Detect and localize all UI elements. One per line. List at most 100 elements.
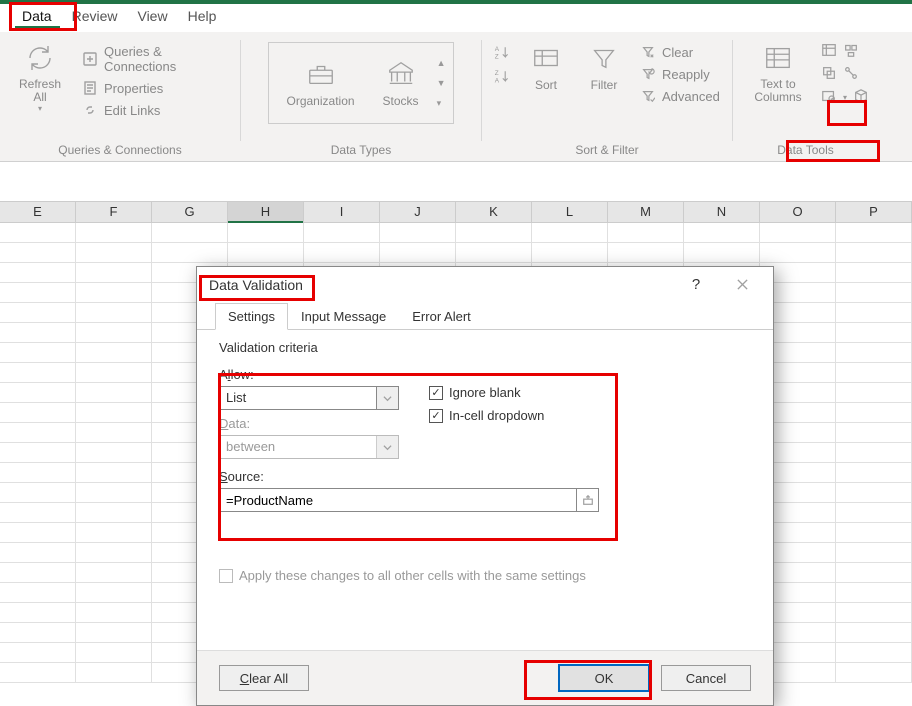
cell[interactable] [0, 223, 76, 243]
cell[interactable] [0, 383, 76, 403]
cell[interactable] [380, 223, 456, 243]
queries-connections-button[interactable]: Queries & Connections [78, 42, 232, 76]
tab-error-alert[interactable]: Error Alert [399, 303, 484, 330]
ignore-blank-checkbox[interactable]: ✓ Ignore blank [429, 385, 544, 400]
cell[interactable] [0, 583, 76, 603]
cell[interactable] [76, 623, 152, 643]
cell[interactable] [76, 443, 152, 463]
col-header[interactable]: K [456, 202, 532, 222]
cell[interactable] [380, 243, 456, 263]
data-model-icon[interactable] [853, 88, 869, 107]
cell[interactable] [836, 563, 912, 583]
cell[interactable] [228, 243, 304, 263]
col-header-selected[interactable]: H [228, 202, 304, 222]
cell[interactable] [0, 543, 76, 563]
cell[interactable] [0, 663, 76, 683]
sort-az-button[interactable]: AZ [490, 42, 514, 62]
cell[interactable] [836, 623, 912, 643]
cell[interactable] [836, 363, 912, 383]
remove-duplicates-icon[interactable] [821, 65, 837, 84]
cell[interactable] [152, 243, 228, 263]
col-header[interactable]: L [532, 202, 608, 222]
col-header[interactable]: N [684, 202, 760, 222]
cell[interactable] [836, 343, 912, 363]
cell[interactable] [0, 463, 76, 483]
cell[interactable] [836, 643, 912, 663]
tab-input-message[interactable]: Input Message [288, 303, 399, 330]
cell[interactable] [836, 303, 912, 323]
cell[interactable] [76, 423, 152, 443]
properties-button[interactable]: Properties [78, 78, 232, 98]
cell[interactable] [0, 503, 76, 523]
cell[interactable] [836, 223, 912, 243]
cell[interactable] [76, 263, 152, 283]
organization-button[interactable]: Organization [277, 52, 365, 114]
col-header[interactable]: M [608, 202, 684, 222]
allow-combobox[interactable]: List [219, 386, 399, 410]
cell[interactable] [836, 503, 912, 523]
filter-button[interactable]: Filter [578, 36, 630, 130]
text-to-columns-button[interactable]: Text to Columns [741, 36, 815, 130]
cell[interactable] [0, 623, 76, 643]
clear-filter-button[interactable]: Clear [636, 42, 724, 62]
cell[interactable] [532, 223, 608, 243]
stocks-button[interactable]: Stocks [373, 52, 429, 114]
tab-review[interactable]: Review [62, 4, 128, 31]
cell[interactable] [76, 663, 152, 683]
cell[interactable] [836, 263, 912, 283]
cell[interactable] [684, 243, 760, 263]
advanced-filter-button[interactable]: Advanced [636, 86, 724, 106]
cell[interactable] [836, 423, 912, 443]
cell[interactable] [0, 303, 76, 323]
cell[interactable] [76, 363, 152, 383]
dropdown-icon[interactable]: ▾ [843, 93, 847, 102]
col-header[interactable]: I [304, 202, 380, 222]
cell[interactable] [76, 463, 152, 483]
cell[interactable] [0, 343, 76, 363]
tab-view[interactable]: View [127, 4, 177, 31]
cell[interactable] [152, 223, 228, 243]
cell[interactable] [76, 503, 152, 523]
cell[interactable] [608, 223, 684, 243]
col-header[interactable]: G [152, 202, 228, 222]
cell[interactable] [836, 483, 912, 503]
edit-links-button[interactable]: Edit Links [78, 100, 232, 120]
cell[interactable] [76, 323, 152, 343]
ok-button[interactable]: OK [559, 665, 649, 691]
cell[interactable] [836, 543, 912, 563]
clear-all-button[interactable]: Clear All [219, 665, 309, 691]
cell[interactable] [76, 643, 152, 663]
range-picker-icon[interactable] [576, 489, 598, 511]
cell[interactable] [76, 563, 152, 583]
tab-settings[interactable]: Settings [215, 303, 288, 330]
cell[interactable] [0, 643, 76, 663]
tab-help[interactable]: Help [178, 4, 227, 31]
cell[interactable] [0, 403, 76, 423]
cell[interactable] [836, 443, 912, 463]
cell[interactable] [836, 403, 912, 423]
cell[interactable] [304, 223, 380, 243]
cell[interactable] [0, 483, 76, 503]
close-button[interactable] [723, 270, 761, 300]
cell[interactable] [836, 663, 912, 683]
cell[interactable] [0, 563, 76, 583]
incell-dropdown-checkbox[interactable]: ✓ In-cell dropdown [429, 408, 544, 423]
cell[interactable] [0, 243, 76, 263]
cell[interactable] [456, 223, 532, 243]
cell[interactable] [0, 443, 76, 463]
sort-button[interactable]: Sort [520, 36, 572, 130]
source-input[interactable] [219, 488, 599, 512]
cell[interactable] [76, 243, 152, 263]
cell[interactable] [0, 523, 76, 543]
cell[interactable] [304, 243, 380, 263]
cell[interactable] [76, 343, 152, 363]
col-header[interactable]: O [760, 202, 836, 222]
cell[interactable] [76, 483, 152, 503]
flash-fill-icon[interactable] [821, 42, 837, 61]
source-input-field[interactable] [220, 489, 576, 511]
cell[interactable] [836, 463, 912, 483]
cell[interactable] [836, 383, 912, 403]
cell[interactable] [0, 423, 76, 443]
cell[interactable] [76, 543, 152, 563]
cell[interactable] [836, 583, 912, 603]
